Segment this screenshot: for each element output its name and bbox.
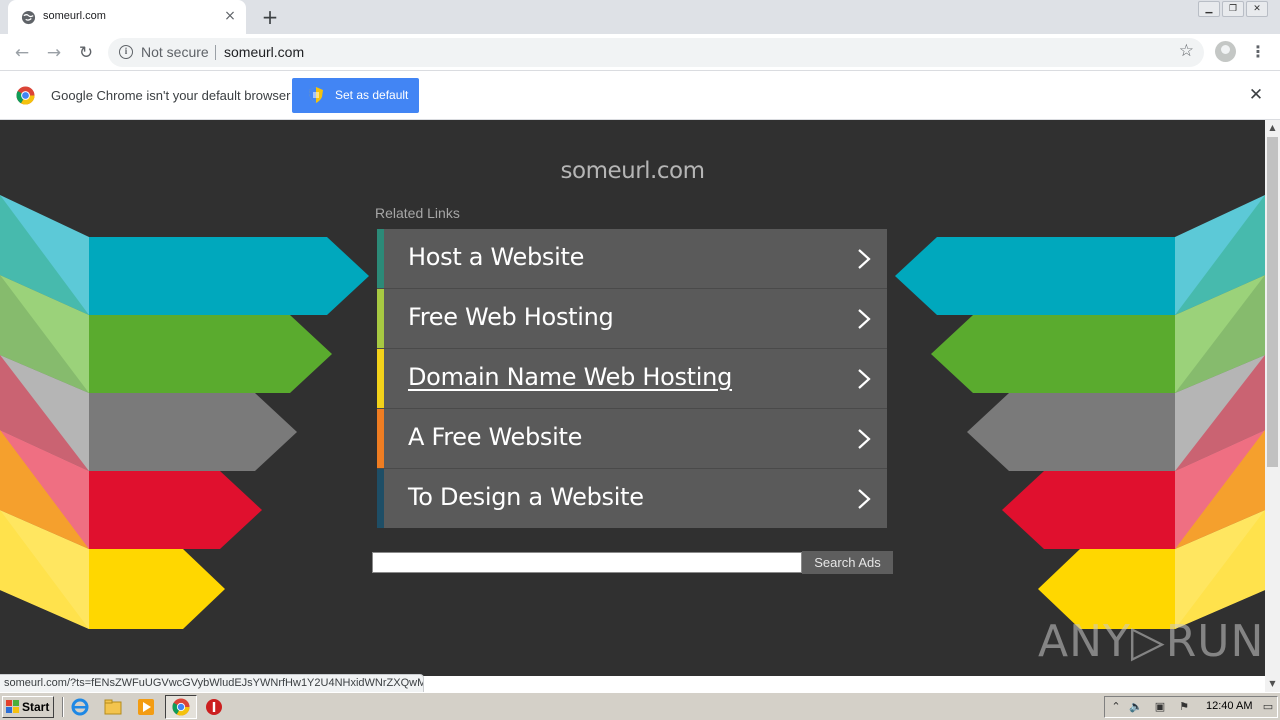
- link-label[interactable]: To Design a Website: [408, 483, 644, 511]
- chevron-right-icon: [858, 249, 871, 269]
- bookmark-star-icon[interactable]: ☆: [1179, 41, 1194, 61]
- tray-expand-icon[interactable]: ⌃: [1109, 700, 1123, 714]
- reload-button[interactable]: ↻: [75, 42, 97, 64]
- related-link-host-a-website[interactable]: Host a Website: [377, 229, 887, 289]
- link-label[interactable]: Domain Name Web Hosting: [408, 363, 732, 391]
- volume-icon[interactable]: 🔈: [1129, 700, 1143, 714]
- restore-button[interactable]: ❐: [1222, 1, 1244, 17]
- infobar-message: Google Chrome isn't your default browser: [51, 88, 291, 103]
- url-text[interactable]: someurl.com: [224, 44, 304, 60]
- default-browser-infobar: Google Chrome isn't your default browser…: [0, 71, 1280, 120]
- network-icon[interactable]: ▣: [1153, 700, 1167, 714]
- globe-icon: [21, 10, 36, 25]
- chevron-right-icon: [858, 429, 871, 449]
- set-as-default-label: Set as default: [335, 88, 409, 102]
- browser-toolbar: ← → ↻ i Not secure someurl.com ☆ ⋮: [0, 34, 1280, 71]
- related-links-list: Host a Website Free Web Hosting Domain N…: [377, 229, 887, 528]
- taskbar-separator: [62, 697, 64, 717]
- address-bar[interactable]: i Not secure someurl.com ☆: [108, 38, 1204, 67]
- scroll-down-arrow-icon[interactable]: ▼: [1265, 676, 1280, 691]
- infobar-close-icon[interactable]: ✕: [1246, 85, 1266, 105]
- info-icon[interactable]: i: [119, 45, 133, 59]
- chevron-right-icon: [858, 489, 871, 509]
- close-tab-icon[interactable]: ×: [222, 8, 238, 24]
- tab-strip: someurl.com × + ▁ ❐ ✕: [0, 0, 1280, 34]
- omnibox-separator: [215, 45, 216, 60]
- minimize-button[interactable]: ▁: [1198, 1, 1220, 17]
- link-accent-bar: [377, 289, 384, 348]
- windows-flag-icon: [6, 700, 19, 713]
- clock[interactable]: 12:40 AM: [1206, 700, 1252, 712]
- site-title: someurl.com: [560, 158, 705, 184]
- browser-tab[interactable]: someurl.com ×: [8, 0, 246, 34]
- set-as-default-button[interactable]: Set as default: [292, 78, 419, 113]
- media-player-icon[interactable]: [137, 698, 155, 716]
- link-accent-bar: [377, 469, 384, 528]
- security-label[interactable]: Not secure: [141, 44, 209, 60]
- internet-explorer-icon[interactable]: [71, 698, 89, 716]
- chevron-right-icon: [858, 309, 871, 329]
- related-link-free-web-hosting[interactable]: Free Web Hosting: [377, 289, 887, 349]
- related-link-to-design-a-website[interactable]: To Design a Website: [377, 469, 887, 528]
- page-viewport: someurl.com Related Links Host a Website…: [0, 120, 1265, 676]
- stop-icon[interactable]: [205, 698, 223, 716]
- link-accent-bar: [377, 349, 384, 408]
- chrome-logo-icon: [16, 86, 35, 105]
- profile-avatar-icon[interactable]: [1215, 41, 1236, 62]
- search-ads-button[interactable]: Search Ads: [802, 551, 893, 574]
- chrome-taskbar-button[interactable]: [165, 695, 197, 719]
- search-ads-input[interactable]: [372, 552, 802, 573]
- close-window-button[interactable]: ✕: [1246, 1, 1268, 17]
- link-label[interactable]: Free Web Hosting: [408, 303, 614, 331]
- chrome-icon: [172, 698, 190, 716]
- menu-icon[interactable]: ⋮: [1250, 40, 1266, 64]
- forward-button[interactable]: →: [43, 42, 65, 64]
- related-links-heading: Related Links: [375, 205, 460, 221]
- related-link-a-free-website[interactable]: A Free Website: [377, 409, 887, 469]
- scroll-up-arrow-icon[interactable]: ▲: [1265, 120, 1280, 135]
- new-tab-button[interactable]: +: [258, 6, 282, 28]
- scroll-thumb[interactable]: [1267, 137, 1278, 467]
- link-status-bubble: someurl.com/?ts=fENsZWFuUGVwcGVybWludEJs…: [0, 674, 424, 692]
- shield-icon: [309, 87, 323, 103]
- back-button[interactable]: ←: [11, 42, 33, 64]
- windows-taskbar: Start ⌃ 🔈 ▣ ⚑ 12:40 AM ▭: [0, 692, 1280, 720]
- link-accent-bar: [377, 229, 384, 288]
- system-tray: ⌃ 🔈 ▣ ⚑ 12:40 AM ▭: [1104, 696, 1278, 718]
- link-label[interactable]: Host a Website: [408, 243, 584, 271]
- start-button[interactable]: Start: [2, 696, 54, 718]
- tab-title: someurl.com: [43, 10, 106, 22]
- watermark-text: ANY▷RUN: [1038, 616, 1265, 667]
- chevron-right-icon: [858, 369, 871, 389]
- window-controls: ▁ ❐ ✕: [1198, 1, 1268, 17]
- file-explorer-icon[interactable]: [104, 698, 122, 716]
- action-center-flag-icon[interactable]: ⚑: [1177, 700, 1191, 714]
- vertical-scrollbar[interactable]: ▲ ▼: [1265, 120, 1280, 692]
- show-desktop-icon[interactable]: ▭: [1261, 700, 1275, 714]
- start-label: Start: [22, 700, 50, 714]
- link-accent-bar: [377, 409, 384, 468]
- related-link-domain-name-web-hosting[interactable]: Domain Name Web Hosting: [377, 349, 887, 409]
- link-label[interactable]: A Free Website: [408, 423, 582, 451]
